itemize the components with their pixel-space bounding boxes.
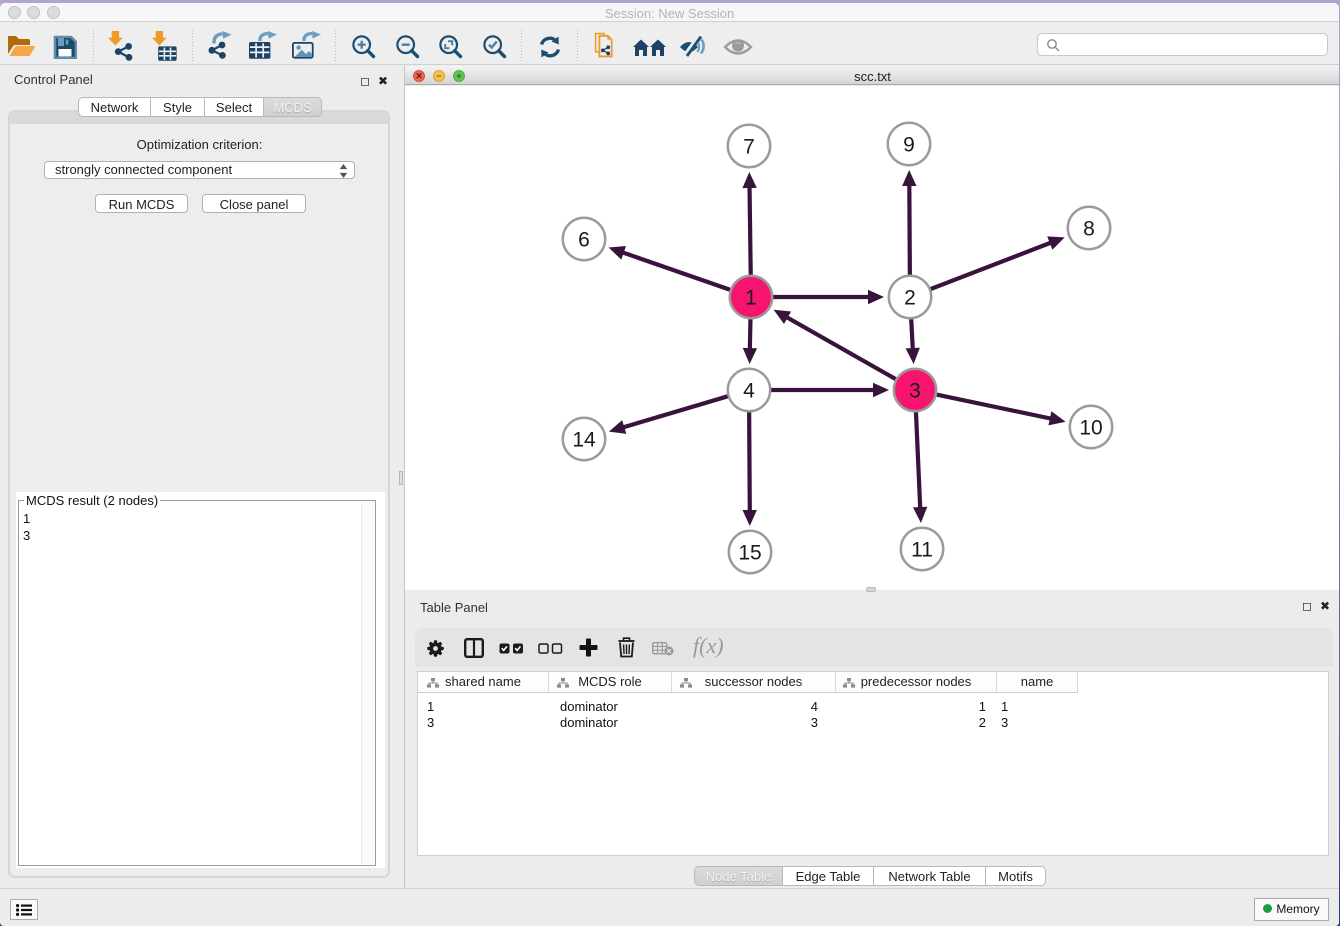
- svg-text:14: 14: [572, 429, 596, 452]
- svg-text:10: 10: [1079, 417, 1102, 440]
- svg-text:15: 15: [738, 542, 761, 565]
- svg-text:9: 9: [903, 134, 915, 157]
- svg-text:2: 2: [904, 287, 916, 310]
- svg-text:7: 7: [743, 136, 755, 159]
- svg-text:1: 1: [745, 287, 757, 310]
- svg-text:4: 4: [743, 380, 755, 403]
- svg-text:8: 8: [1083, 218, 1095, 241]
- svg-text:3: 3: [909, 380, 921, 403]
- svg-text:6: 6: [578, 229, 590, 252]
- svg-text:11: 11: [911, 539, 933, 562]
